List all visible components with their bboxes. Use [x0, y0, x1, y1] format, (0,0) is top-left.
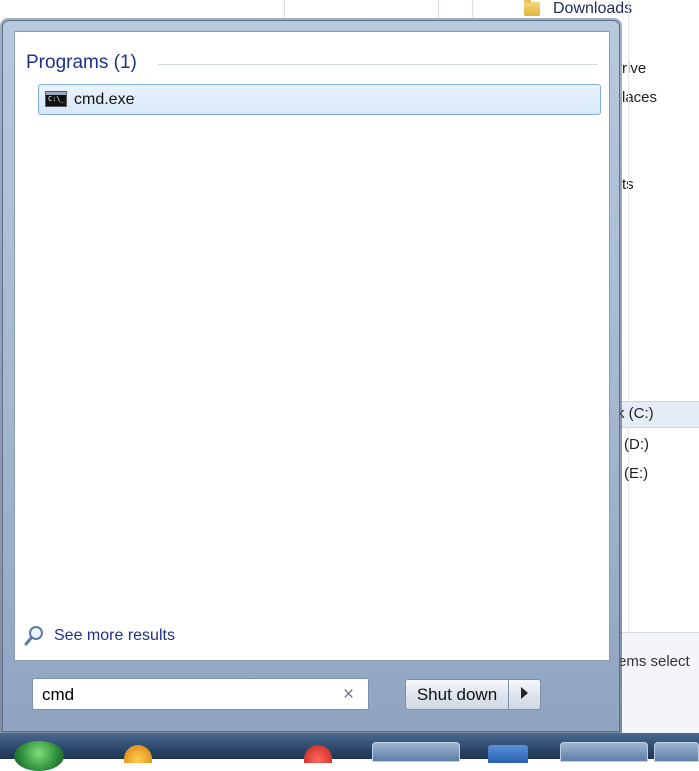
- downloads-folder-icon: [524, 0, 540, 16]
- nav-item-downloads[interactable]: Downloads: [553, 0, 632, 18]
- taskbar-button-extra[interactable]: [654, 742, 699, 762]
- nav-item-drive[interactable]: rive: [622, 60, 646, 77]
- taskbar-button-active[interactable]: [560, 742, 648, 762]
- drive-d[interactable]: (D:): [624, 436, 649, 453]
- word-taskbar-icon[interactable]: [488, 745, 528, 763]
- section-divider: [158, 64, 598, 65]
- taskbar-button-explorer[interactable]: [372, 742, 460, 762]
- result-label: cmd.exe: [74, 91, 135, 108]
- media-taskbar-icon[interactable]: [304, 745, 332, 763]
- status-text: ems select: [618, 653, 690, 670]
- see-more-results-link[interactable]: See more results: [54, 627, 175, 645]
- result-item-cmd[interactable]: C:\_ cmd.exe: [38, 84, 601, 115]
- pane-divider: [628, 0, 629, 632]
- drive-e[interactable]: (E:): [624, 465, 648, 482]
- arrow-right-icon: [521, 687, 528, 699]
- column-divider: [438, 0, 439, 18]
- search-results-panel: Programs (1) C:\_ cmd.exe See more resul…: [14, 31, 610, 661]
- start-orb-icon[interactable]: [14, 741, 64, 771]
- search-input-value: cmd: [42, 685, 75, 704]
- cmd-console-icon: C:\_: [45, 91, 67, 107]
- drive-c[interactable]: k (C:): [617, 405, 654, 422]
- start-search-input[interactable]: cmd ×: [32, 678, 369, 710]
- programs-section-header: Programs (1): [26, 52, 137, 73]
- shut-down-label: Shut down: [416, 685, 498, 704]
- ie-taskbar-icon[interactable]: [124, 745, 152, 763]
- shut-down-button[interactable]: Shut down: [405, 679, 509, 710]
- magnifier-icon: [24, 626, 43, 646]
- start-menu: Programs (1) C:\_ cmd.exe See more resul…: [2, 20, 620, 732]
- column-divider: [472, 0, 473, 18]
- status-bar: ems select: [610, 632, 699, 733]
- clear-search-icon[interactable]: ×: [343, 684, 354, 706]
- column-divider: [284, 0, 285, 18]
- shut-down-options-button[interactable]: [509, 679, 541, 710]
- taskbar: [0, 733, 699, 771]
